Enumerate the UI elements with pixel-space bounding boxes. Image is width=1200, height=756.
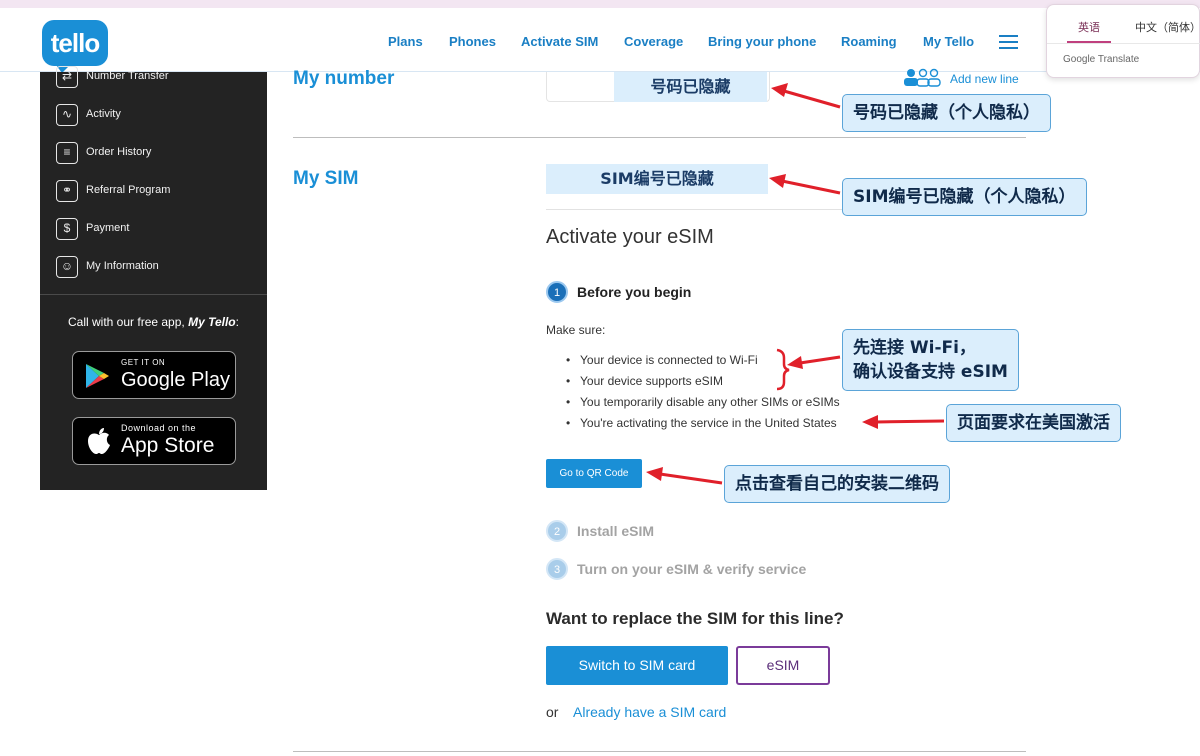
arrowhead bbox=[646, 467, 663, 481]
arrowhead bbox=[787, 356, 803, 369]
arrow-to-wifi bbox=[799, 355, 841, 365]
arrow-to-qr bbox=[659, 472, 723, 485]
arrow-to-sim bbox=[781, 179, 841, 195]
arrowhead bbox=[769, 174, 786, 188]
arrow-to-us bbox=[875, 419, 945, 424]
arrow-to-number bbox=[783, 89, 841, 109]
bracket-wifi-esim bbox=[776, 348, 790, 391]
arrowhead bbox=[771, 83, 788, 97]
annotation-arrows bbox=[646, 83, 945, 485]
arrowhead bbox=[862, 415, 878, 429]
